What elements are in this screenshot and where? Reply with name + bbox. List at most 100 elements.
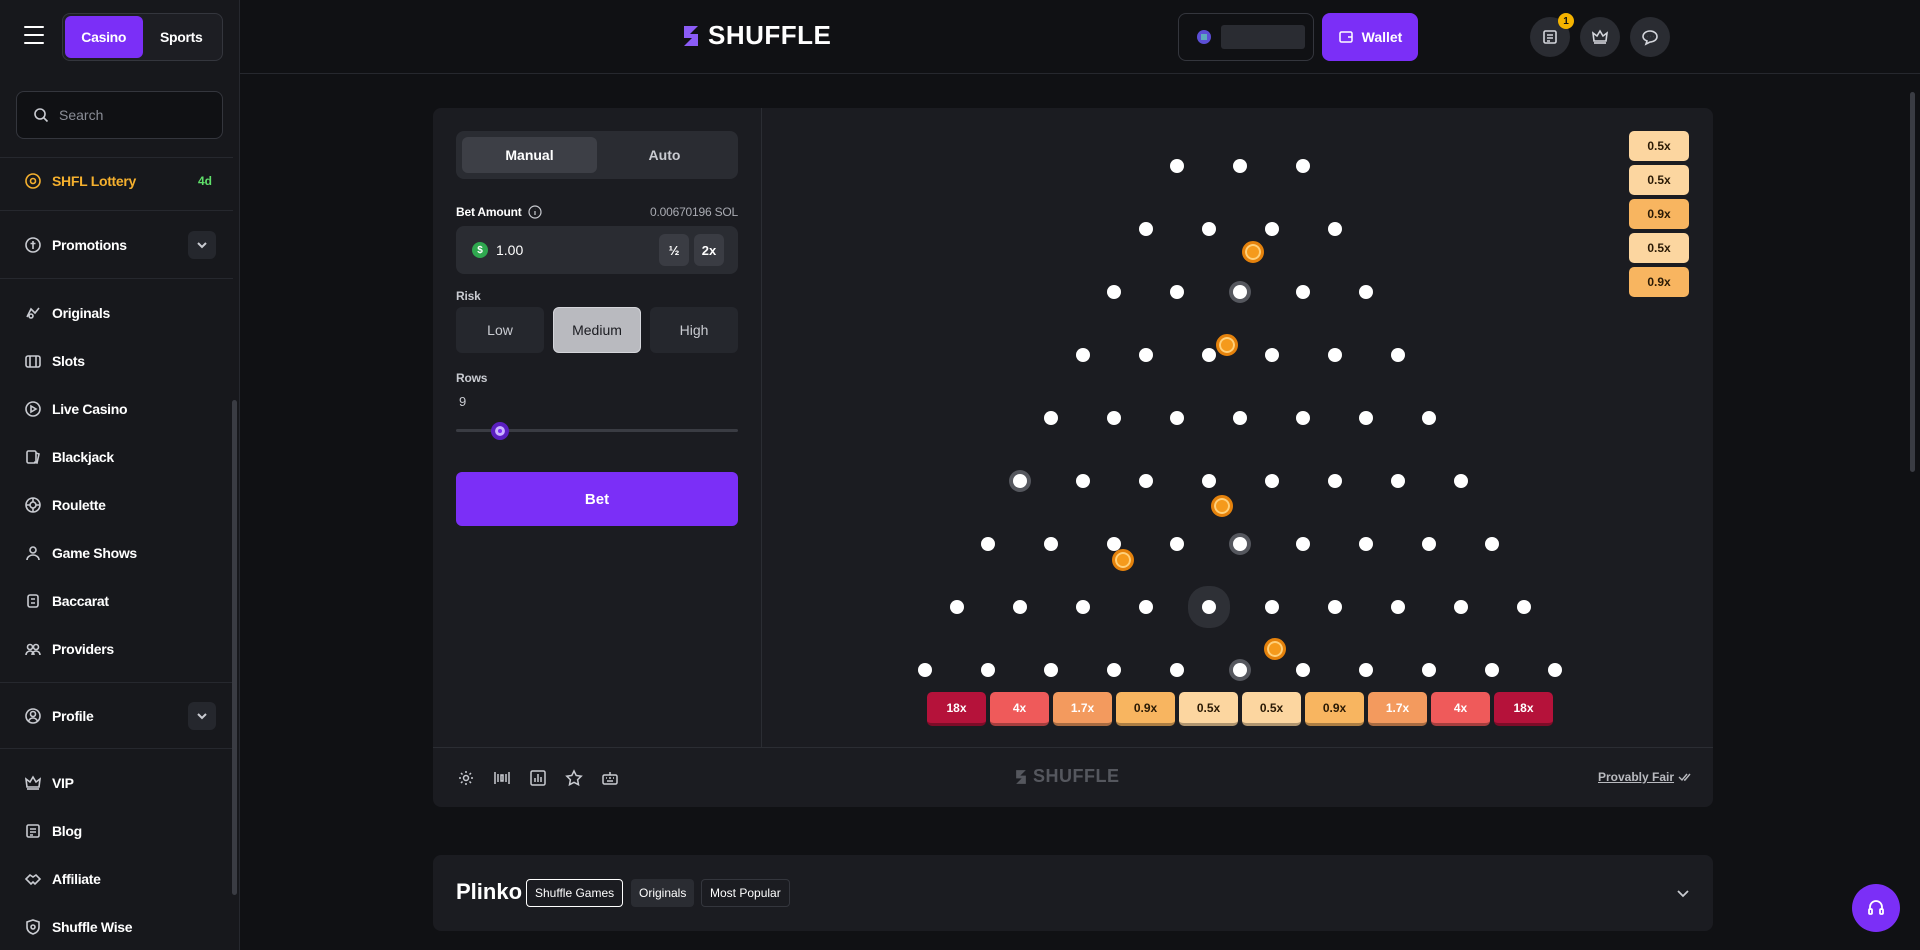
- tab-manual[interactable]: Manual: [462, 137, 597, 173]
- promotions-chevron-down-icon[interactable]: [188, 231, 216, 259]
- sidebar-item-label: Promotions: [52, 237, 127, 253]
- peg: [1453, 474, 1468, 488]
- sidebar-item-profile[interactable]: Profile: [24, 707, 94, 725]
- sidebar-item-lottery[interactable]: SHFL Lottery: [24, 172, 136, 190]
- tag-shuffle-games[interactable]: Shuffle Games: [526, 879, 624, 907]
- divider: [0, 748, 233, 749]
- risk-label: Risk: [456, 289, 481, 303]
- peg: [1012, 474, 1027, 488]
- bet-amount-input[interactable]: [496, 242, 646, 258]
- sidebar-item-promotions[interactable]: Promotions: [24, 236, 127, 254]
- sidebar-item-shuffle-wise[interactable]: Shuffle Wise: [24, 918, 133, 936]
- tag-most-popular[interactable]: Most Popular: [701, 879, 790, 907]
- settings-gear-icon[interactable]: [457, 769, 475, 787]
- plinko-ball: [1242, 241, 1264, 263]
- provably-fair-label: Provably Fair: [1598, 770, 1675, 784]
- peg: [1233, 663, 1247, 677]
- sidebar-item-blackjack[interactable]: Blackjack: [24, 448, 114, 466]
- chevron-down-icon[interactable]: [1676, 886, 1690, 900]
- bet-amount-label: Bet Amount: [456, 205, 522, 219]
- page-scrollbar[interactable]: [1910, 92, 1915, 472]
- risk-low-button[interactable]: Low: [456, 307, 544, 353]
- rows-label: Rows: [456, 371, 488, 385]
- sidebar-scrollbar[interactable]: [232, 400, 237, 895]
- sidebar-item-vip[interactable]: VIP: [24, 774, 74, 792]
- shuffle-logo[interactable]: SHUFFLE: [680, 20, 831, 51]
- support-button[interactable]: [1852, 884, 1900, 932]
- blackjack-cards-icon: [26, 450, 40, 465]
- sidebar-item-label: Blackjack: [52, 449, 114, 465]
- lottery-countdown-badge: 4d: [198, 174, 213, 188]
- peg: [1233, 285, 1247, 299]
- peg: [918, 663, 932, 677]
- theatre-mode-icon[interactable]: [493, 769, 511, 787]
- bet-button[interactable]: Bet: [456, 472, 738, 526]
- rows-slider-handle[interactable]: [491, 422, 509, 440]
- peg: [1327, 348, 1342, 362]
- sidebar-item-label: Affiliate: [52, 871, 101, 887]
- sports-tab[interactable]: Sports: [143, 16, 221, 58]
- peg: [1170, 663, 1184, 677]
- plinko-ball: [1216, 334, 1238, 356]
- keyboard-icon[interactable]: [601, 769, 619, 787]
- peg: [1453, 600, 1468, 614]
- profile-chevron-down-icon[interactable]: [188, 702, 216, 730]
- peg: [1107, 663, 1121, 677]
- roulette-icon: [25, 497, 41, 513]
- balance-selector[interactable]: [1178, 13, 1314, 61]
- provably-fair-link[interactable]: Provably Fair: [1598, 770, 1692, 784]
- sidebar-item-baccarat[interactable]: Baccarat: [24, 592, 109, 610]
- notifications-button[interactable]: 1: [1530, 13, 1574, 57]
- peg: [1233, 411, 1247, 425]
- peg: [1390, 474, 1405, 488]
- tag-originals[interactable]: Originals: [631, 879, 695, 907]
- peg: [1170, 159, 1184, 173]
- peg: [1327, 474, 1342, 488]
- divider: [0, 278, 233, 279]
- peg: [1201, 600, 1216, 614]
- bet-conversion: 0.00670196 SOL: [650, 205, 738, 219]
- sidebar-item-blog[interactable]: Blog: [24, 822, 82, 840]
- search-input[interactable]: [59, 107, 199, 123]
- plinko-ball: [1112, 549, 1134, 571]
- divider: [0, 682, 233, 683]
- rows-slider[interactable]: [456, 422, 738, 440]
- sidebar-item-game-shows[interactable]: Game Shows: [24, 544, 137, 562]
- peg: [1233, 537, 1247, 551]
- sidebar-item-slots[interactable]: Slots: [24, 352, 85, 370]
- peg: [949, 600, 964, 614]
- peg: [1390, 600, 1405, 614]
- tab-auto[interactable]: Auto: [597, 137, 732, 173]
- sidebar-item-live-casino[interactable]: Live Casino: [24, 400, 128, 418]
- risk-high-button[interactable]: High: [650, 307, 738, 353]
- live-casino-icon: [25, 401, 41, 417]
- info-icon[interactable]: [527, 205, 542, 219]
- half-bet-button[interactable]: ½: [659, 234, 689, 266]
- peg: [1201, 348, 1216, 362]
- sidebar-item-roulette[interactable]: Roulette: [24, 496, 106, 514]
- menu-icon[interactable]: [24, 26, 44, 44]
- peg: [1422, 411, 1436, 425]
- double-bet-button[interactable]: 2x: [694, 234, 724, 266]
- rows-value: 9: [459, 394, 467, 409]
- peg: [1264, 474, 1279, 488]
- search-box[interactable]: [16, 91, 223, 139]
- sidebar-item-label: Game Shows: [52, 545, 137, 561]
- risk-medium-button[interactable]: Medium: [553, 307, 641, 353]
- favorite-star-icon[interactable]: [565, 769, 583, 787]
- game-info-panel[interactable]: Plinko Shuffle Games Originals Most Popu…: [433, 855, 1713, 931]
- sidebar-item-providers[interactable]: Providers: [24, 640, 114, 658]
- peg: [1359, 537, 1373, 551]
- chat-button[interactable]: [1630, 17, 1670, 57]
- dollar-coin-icon: $: [472, 242, 488, 258]
- sidebar-item-label: SHFL Lottery: [52, 173, 137, 189]
- wallet-button[interactable]: Wallet: [1322, 13, 1418, 61]
- live-stats-icon[interactable]: [529, 769, 547, 787]
- sidebar-item-affiliate[interactable]: Affiliate: [24, 870, 101, 888]
- casino-tab[interactable]: Casino: [65, 16, 143, 58]
- sidebar-item-originals[interactable]: Originals: [24, 304, 110, 322]
- game-shows-icon: [26, 546, 40, 561]
- vip-button[interactable]: [1580, 17, 1620, 57]
- sidebar-item-label: Blog: [52, 823, 82, 839]
- peg: [1516, 600, 1531, 614]
